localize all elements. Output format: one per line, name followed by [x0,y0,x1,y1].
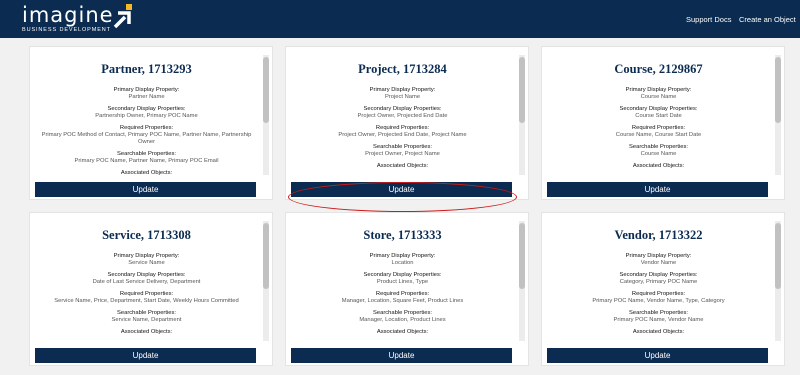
required-properties-label: Required Properties: [119,125,174,131]
searchable-properties-label: Searchable Properties: [373,144,432,150]
secondary-properties-label: Secondary Display Properties: [363,272,442,278]
scrollbar-thumb[interactable] [775,223,781,289]
scrollbar-thumb[interactable] [519,57,525,123]
primary-property-label: Primary Display Property: [113,253,180,259]
secondary-properties-value: Partnership Owner, Primary POC Name [95,113,198,119]
required-properties-value: Project Owner, Projected End Date, Proje… [338,132,467,138]
required-properties-label: Required Properties: [631,291,686,297]
card-content: Vendor, 1713322 Primary Display Property… [550,221,767,341]
card-title: Vendor, 1713322 [614,228,703,242]
searchable-properties-label: Searchable Properties: [117,151,176,157]
scrollbar-thumb[interactable] [263,223,269,289]
update-button[interactable]: Update [35,348,256,363]
associated-objects-label: Associated Objects: [632,163,685,169]
card-scrollbar[interactable] [519,221,525,341]
required-properties-label: Required Properties: [631,125,686,131]
searchable-properties-value: Primary POC Name, Vendor Name [613,317,704,323]
searchable-properties-label: Searchable Properties: [629,144,688,150]
secondary-properties-value: Project Owner, Projected End Date [357,113,448,119]
logo-wordmark: imagine [22,3,114,27]
card-scrollbar[interactable] [775,55,781,175]
card-scrollbar[interactable] [263,221,269,341]
primary-property-label: Primary Display Property: [113,87,180,93]
create-object-link[interactable]: Create an Object [739,15,796,24]
object-card-service: Service, 1713308 Primary Display Propert… [29,212,273,366]
primary-property-value: Vendor Name [640,260,677,266]
card-title: Service, 1713308 [102,228,191,242]
card-title: Partner, 1713293 [101,62,192,76]
card-content: Course, 2129867 Primary Display Property… [550,55,767,175]
required-properties-label: Required Properties: [375,125,430,131]
required-properties-value: Service Name, Price, Department, Start D… [54,298,239,304]
associated-objects-label: Associated Objects: [120,329,173,335]
searchable-properties-label: Searchable Properties: [373,310,432,316]
object-card-partner: Partner, 1713293 Primary Display Propert… [29,46,273,200]
update-button[interactable]: Update [291,348,512,363]
associated-objects-label: Associated Objects: [376,163,429,169]
card-content: Project, 1713284 Primary Display Propert… [294,55,511,175]
card-title: Project, 1713284 [358,62,447,76]
update-button[interactable]: Update [35,182,256,197]
card-scrollbar[interactable] [775,221,781,341]
primary-property-value: Course Name [640,94,677,100]
searchable-properties-value: Course Name [640,151,677,157]
card-scrollbar[interactable] [263,55,269,175]
logo-arrow-icon [113,4,132,29]
required-properties-label: Required Properties: [119,291,174,297]
searchable-properties-label: Searchable Properties: [629,310,688,316]
searchable-properties-value: Primary POC Name, Partner Name, Primary … [74,158,219,164]
required-properties-value: Manager, Location, Square Feet, Product … [341,298,464,304]
support-docs-link[interactable]: Support Docs [686,15,731,24]
object-card-vendor: Vendor, 1713322 Primary Display Property… [541,212,785,366]
primary-property-label: Primary Display Property: [369,87,436,93]
object-card-course: Course, 2129867 Primary Display Property… [541,46,785,200]
card-title: Course, 2129867 [614,62,703,76]
secondary-properties-label: Secondary Display Properties: [619,272,698,278]
scrollbar-thumb[interactable] [519,223,525,289]
secondary-properties-label: Secondary Display Properties: [619,106,698,112]
required-properties-value: Primary POC Name, Vendor Name, Type, Cat… [592,298,725,304]
object-card-store: Store, 1713333 Primary Display Property:… [285,212,529,366]
primary-property-value: Location [391,260,414,266]
primary-property-value: Service Name [128,260,165,266]
searchable-properties-value: Manager, Location, Product Lines [359,317,446,323]
associated-objects-label: Associated Objects: [632,329,685,335]
secondary-properties-value: Category, Primary POC Name [619,279,698,285]
update-button[interactable]: Update [547,348,768,363]
card-title: Store, 1713333 [363,228,442,242]
primary-property-label: Primary Display Property: [625,87,692,93]
associated-objects-label: Associated Objects: [120,170,173,175]
secondary-properties-value: Date of Last Service Delivery, Departmen… [92,279,201,285]
imagine-logo[interactable]: imagine BUSINESS DEVELOPMENT [22,4,114,33]
primary-property-label: Primary Display Property: [369,253,436,259]
secondary-properties-label: Secondary Display Properties: [363,106,442,112]
secondary-properties-label: Secondary Display Properties: [107,106,186,112]
top-navigation-bar: imagine BUSINESS DEVELOPMENT Support Doc… [0,0,800,38]
searchable-properties-value: Service Name, Department [111,317,182,323]
primary-property-value: Project Name [384,94,421,100]
required-properties-label: Required Properties: [375,291,430,297]
update-button[interactable]: Update [547,182,768,197]
card-scrollbar[interactable] [519,55,525,175]
associated-objects-label: Associated Objects: [376,329,429,335]
secondary-properties-value: Course Start Date [635,113,682,119]
card-content: Service, 1713308 Primary Display Propert… [38,221,255,341]
card-content: Store, 1713333 Primary Display Property:… [294,221,511,341]
secondary-properties-value: Product Lines, Type [376,279,429,285]
object-card-project: Project, 1713284 Primary Display Propert… [285,46,529,200]
required-properties-value: Primary POC Method of Contact, Primary P… [41,132,252,145]
update-button[interactable]: Update [291,182,512,197]
secondary-properties-label: Secondary Display Properties: [107,272,186,278]
scrollbar-thumb[interactable] [263,57,269,123]
primary-property-label: Primary Display Property: [625,253,692,259]
scrollbar-thumb[interactable] [775,57,781,123]
searchable-properties-label: Searchable Properties: [117,310,176,316]
searchable-properties-value: Project Owner, Project Name [365,151,440,157]
logo-tagline: BUSINESS DEVELOPMENT [22,27,111,33]
card-content: Partner, 1713293 Primary Display Propert… [38,55,255,175]
required-properties-value: Course Name, Course Start Date [615,132,702,138]
primary-property-value: Partner Name [128,94,165,100]
